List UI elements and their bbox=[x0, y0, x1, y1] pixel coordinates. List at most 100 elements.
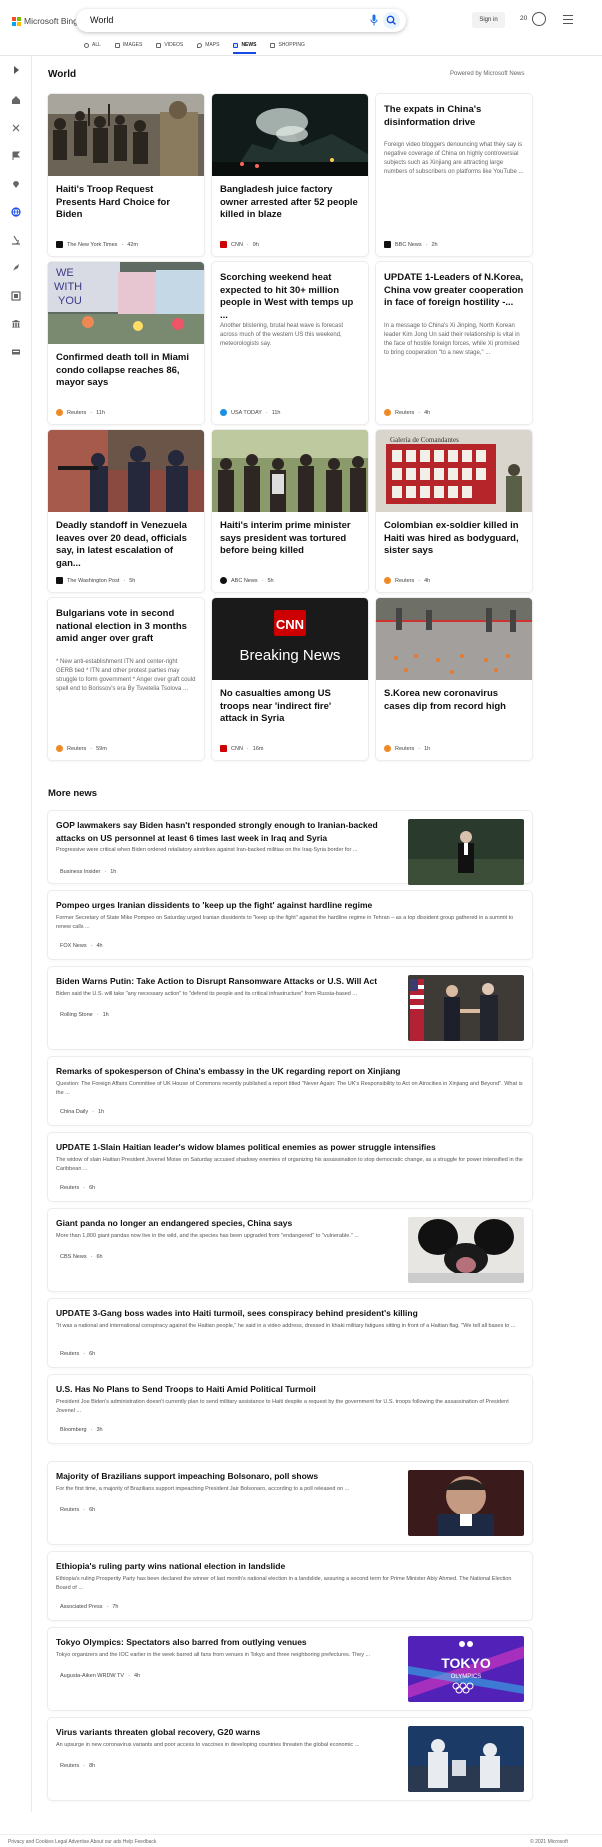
card-title[interactable]: S.Korea new coronavirus cases dip from r… bbox=[384, 688, 524, 713]
news-list-item[interactable]: U.S. Has No Plans to Send Troops to Hait… bbox=[48, 1375, 532, 1443]
news-title[interactable]: Virus variants threaten global recovery,… bbox=[56, 1726, 404, 1739]
news-source[interactable]: China Daily · 1h bbox=[56, 1109, 104, 1115]
card-title[interactable]: Scorching weekend heat expected to hit 3… bbox=[220, 272, 360, 322]
news-source[interactable]: Reuters · 6h bbox=[56, 1185, 95, 1191]
expand-arrow-icon[interactable] bbox=[11, 65, 21, 75]
news-card[interactable]: Deadly standoff in Venezuela leaves over… bbox=[48, 430, 204, 592]
news-source[interactable]: Reuters · 6h bbox=[56, 1351, 95, 1357]
card-title[interactable]: Haiti's Troop Request Presents Hard Choi… bbox=[56, 184, 196, 222]
news-list-item[interactable]: Majority of Brazilians support impeachin… bbox=[48, 1462, 532, 1544]
powered-by[interactable]: Powered by Microsoft News bbox=[450, 71, 524, 77]
location-icon[interactable] bbox=[11, 179, 21, 189]
news-title[interactable]: GOP lawmakers say Biden hasn't responded… bbox=[56, 819, 404, 844]
news-card[interactable]: S.Korea new coronavirus cases dip from r… bbox=[376, 598, 532, 760]
news-list-item[interactable]: Ethiopia's ruling party wins national el… bbox=[48, 1552, 532, 1620]
news-source[interactable]: Associated Press · 7h bbox=[56, 1604, 118, 1610]
card-source[interactable]: ABC News · 5h bbox=[220, 577, 274, 584]
news-card[interactable]: Haiti's interim prime minister says pres… bbox=[212, 430, 368, 592]
news-title[interactable]: UPDATE 1-Slain Haitian leader's widow bl… bbox=[56, 1141, 524, 1154]
news-source[interactable]: Bloomberg · 3h bbox=[56, 1427, 103, 1433]
card-source[interactable]: CNN · 9h bbox=[220, 241, 259, 248]
news-title[interactable]: Ethiopia's ruling party wins national el… bbox=[56, 1560, 524, 1573]
search-button[interactable] bbox=[383, 12, 400, 29]
card-source[interactable]: BBC News · 2h bbox=[384, 241, 438, 248]
news-list-item[interactable]: Pompeo urges Iranian dissidents to 'keep… bbox=[48, 891, 532, 959]
news-title[interactable]: Tokyo Olympics: Spectators also barred f… bbox=[56, 1636, 404, 1649]
card-title[interactable]: Confirmed death toll in Miami condo coll… bbox=[56, 352, 196, 390]
news-card[interactable]: Haiti's Troop Request Presents Hard Choi… bbox=[48, 94, 204, 256]
news-source[interactable]: FOX News · 4h bbox=[56, 943, 103, 949]
news-title[interactable]: UPDATE 3-Gang boss wades into Haiti turm… bbox=[56, 1307, 524, 1320]
card-title[interactable]: Deadly standoff in Venezuela leaves over… bbox=[56, 520, 196, 570]
news-list-item[interactable]: UPDATE 1-Slain Haitian leader's widow bl… bbox=[48, 1133, 532, 1201]
footer-links[interactable]: Privacy and Cookies Legal Advertise Abou… bbox=[8, 1839, 156, 1845]
news-card[interactable]: Bulgarians vote in second national elect… bbox=[48, 598, 204, 760]
money-icon[interactable] bbox=[11, 347, 21, 357]
news-list-item[interactable]: GOP lawmakers say Biden hasn't responded… bbox=[48, 811, 532, 885]
news-title[interactable]: U.S. Has No Plans to Send Troops to Hait… bbox=[56, 1383, 524, 1396]
news-source[interactable]: Rolling Stone · 1h bbox=[56, 1012, 109, 1018]
news-list-item[interactable]: Remarks of spokesperson of China's embas… bbox=[48, 1057, 532, 1125]
news-title[interactable]: Biden Warns Putin: Take Action to Disrup… bbox=[56, 975, 404, 988]
news-card[interactable]: UPDATE 1-Leaders of N.Korea, China vow g… bbox=[376, 262, 532, 424]
tab-news[interactable]: NEWS bbox=[233, 40, 257, 54]
card-title[interactable]: UPDATE 1-Leaders of N.Korea, China vow g… bbox=[384, 272, 524, 310]
card-source[interactable]: Reuters · 59m bbox=[56, 745, 107, 752]
card-title[interactable]: Bangladesh juice factory owner arrested … bbox=[220, 184, 360, 222]
card-source[interactable]: Reuters · 4h bbox=[384, 577, 430, 584]
news-source[interactable]: Augusta-Aiken WRDW TV · 4h bbox=[56, 1673, 140, 1679]
news-card[interactable]: Bangladesh juice factory owner arrested … bbox=[212, 94, 368, 256]
news-card[interactable]: Scorching weekend heat expected to hit 3… bbox=[212, 262, 368, 424]
news-card[interactable]: Galería de Comandantes Colombian ex-sold… bbox=[376, 430, 532, 592]
card-source[interactable]: Reuters · 1h bbox=[384, 745, 430, 752]
entertainment-icon[interactable] bbox=[11, 291, 21, 301]
sign-in-button[interactable]: Sign in bbox=[472, 12, 505, 28]
tab-images[interactable]: IMAGES bbox=[114, 40, 142, 50]
news-list-item[interactable]: Virus variants threaten global recovery,… bbox=[48, 1718, 532, 1800]
card-source[interactable]: The Washington Post · 5h bbox=[56, 577, 135, 584]
tab-videos[interactable]: VIDEOS bbox=[156, 40, 183, 50]
news-list-item[interactable]: Giant panda no longer an endangered spec… bbox=[48, 1209, 532, 1291]
news-card[interactable]: CNN Breaking News No casualties among US … bbox=[212, 598, 368, 760]
news-list-item[interactable]: Biden Warns Putin: Take Action to Disrup… bbox=[48, 967, 532, 1049]
search-input[interactable]: World bbox=[90, 15, 113, 25]
news-source[interactable]: Reuters · 6h bbox=[56, 1507, 95, 1513]
flag-icon[interactable] bbox=[11, 151, 21, 161]
news-title[interactable]: Pompeo urges Iranian dissidents to 'keep… bbox=[56, 899, 524, 912]
news-title[interactable]: Remarks of spokesperson of China's embas… bbox=[56, 1065, 524, 1078]
card-source[interactable]: CNN · 16m bbox=[220, 745, 263, 752]
rewards-icon[interactable] bbox=[532, 12, 546, 26]
microphone-icon[interactable] bbox=[370, 14, 378, 26]
search-box[interactable]: World bbox=[76, 9, 406, 32]
hamburger-menu-icon[interactable] bbox=[563, 15, 573, 24]
rewards-points[interactable]: 20 bbox=[520, 15, 527, 22]
card-title[interactable]: No casualties among US troops near 'indi… bbox=[220, 688, 360, 726]
news-source[interactable]: Reuters · 8h bbox=[56, 1763, 95, 1769]
microscope-icon[interactable] bbox=[11, 235, 21, 245]
science-icon[interactable] bbox=[11, 123, 21, 133]
rocket-icon[interactable] bbox=[11, 263, 21, 273]
news-card[interactable]: WE WITH YOU Confirmed death toll in Miami … bbox=[48, 262, 204, 424]
news-list-item[interactable]: Tokyo Olympics: Spectators also barred f… bbox=[48, 1628, 532, 1710]
tab-all[interactable]: ALL bbox=[84, 40, 101, 50]
card-title[interactable]: Colombian ex-soldier killed in Haiti was… bbox=[384, 520, 524, 558]
card-title[interactable]: The expats in China's disinformation dri… bbox=[384, 104, 524, 129]
news-title[interactable]: Majority of Brazilians support impeachin… bbox=[56, 1470, 404, 1483]
government-icon[interactable] bbox=[11, 319, 21, 329]
news-card[interactable]: The expats in China's disinformation dri… bbox=[376, 94, 532, 256]
tab-maps[interactable]: MAPS bbox=[197, 40, 219, 50]
news-list-item[interactable]: UPDATE 3-Gang boss wades into Haiti turm… bbox=[48, 1299, 532, 1367]
card-source[interactable]: Reuters · 4h bbox=[384, 409, 430, 416]
card-source[interactable]: The New York Times · 42m bbox=[56, 241, 138, 248]
news-source[interactable]: Business Insider · 1h bbox=[56, 869, 116, 875]
news-source[interactable]: CBS News · 6h bbox=[56, 1254, 103, 1260]
tab-shopping[interactable]: SHOPPING bbox=[270, 40, 305, 50]
card-title[interactable]: Haiti's interim prime minister says pres… bbox=[220, 520, 360, 558]
news-title[interactable]: Giant panda no longer an endangered spec… bbox=[56, 1217, 404, 1230]
card-source[interactable]: Reuters · 11h bbox=[56, 409, 105, 416]
globe-icon[interactable] bbox=[11, 207, 21, 217]
bing-logo[interactable]: Microsoft Bing bbox=[12, 15, 78, 27]
home-icon[interactable] bbox=[11, 95, 21, 105]
card-title[interactable]: Bulgarians vote in second national elect… bbox=[56, 608, 196, 646]
card-source[interactable]: USA TODAY · 11h bbox=[220, 409, 281, 416]
